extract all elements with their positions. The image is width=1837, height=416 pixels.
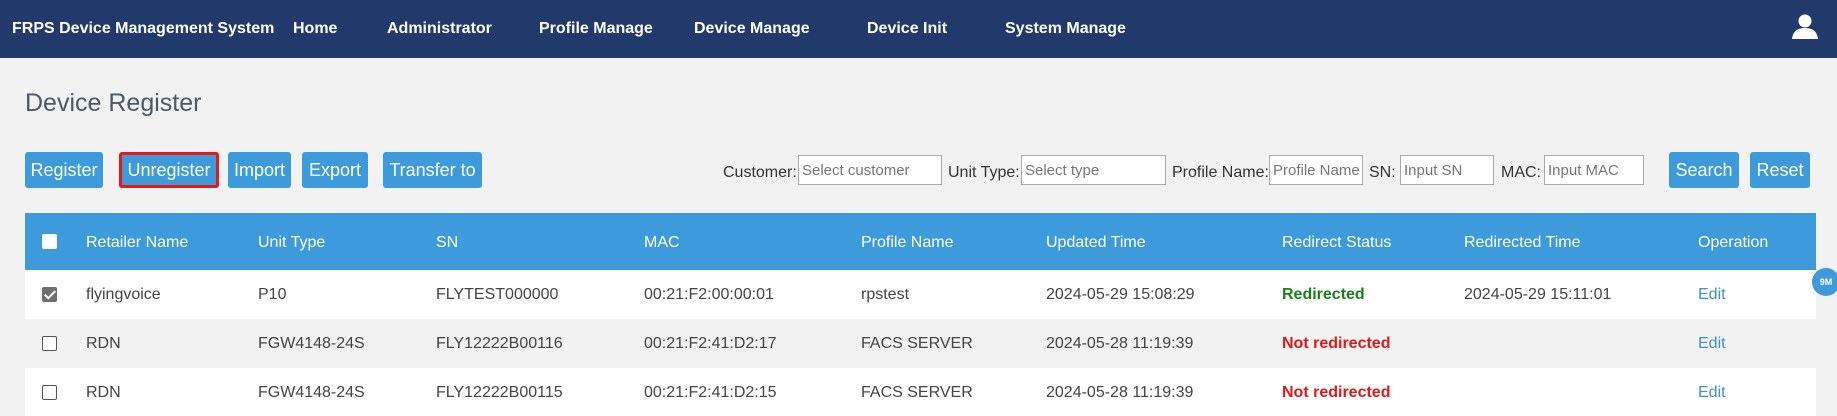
cell-updated-time: 2024-05-28 11:19:39 (1046, 384, 1194, 401)
unit-type-select[interactable] (1021, 155, 1166, 185)
nav-profile-manage[interactable]: Profile Manage (539, 20, 653, 38)
cell-mac: 00:21:F2:41:D2:15 (644, 384, 777, 401)
brand-title: FRPS Device Management System (12, 20, 275, 37)
table-row[interactable]: flyingvoice P10 FLYTEST000000 00:21:F2:0… (25, 270, 1816, 319)
customer-label: Customer: (723, 164, 797, 181)
user-icon[interactable] (1791, 12, 1819, 40)
edit-link[interactable]: Edit (1698, 335, 1726, 353)
cell-mac: 00:21:F2:41:D2:17 (644, 335, 777, 352)
unregister-button[interactable]: Unregister (119, 152, 219, 188)
cell-updated-time: 2024-05-29 15:08:29 (1046, 286, 1195, 303)
profile-name-label: Profile Name: (1172, 164, 1269, 181)
cell-mac: 00:21:F2:00:00:01 (644, 286, 774, 303)
row-checkbox[interactable] (42, 336, 57, 351)
cell-sn: FLYTEST000000 (436, 286, 559, 303)
table-header: Retailer Name Unit Type SN MAC Profile N… (25, 213, 1816, 270)
table-row[interactable]: RDN FGW4148-24S FLY12222B00115 00:21:F2:… (25, 368, 1816, 416)
row-checkbox[interactable] (42, 385, 57, 400)
table-row[interactable]: RDN FGW4148-24S FLY12222B00116 00:21:F2:… (25, 319, 1816, 368)
unit-type-label: Unit Type: (948, 164, 1020, 181)
cell-unit-type: FGW4148-24S (258, 335, 365, 352)
reset-button[interactable]: Reset (1750, 152, 1810, 188)
sn-input[interactable] (1400, 155, 1494, 185)
status-badge: Not redirected (1282, 384, 1391, 401)
column-header-redirect-status[interactable]: Redirect Status (1282, 234, 1391, 252)
cell-retailer: RDN (86, 384, 121, 401)
cell-retailer: RDN (86, 335, 121, 352)
column-header-retailer[interactable]: Retailer Name (86, 234, 188, 252)
column-header-operation: Operation (1698, 234, 1769, 251)
cell-sn: FLY12222B00116 (436, 335, 563, 352)
profile-name-input[interactable] (1269, 155, 1363, 185)
status-badge: Redirected (1282, 286, 1365, 303)
cell-updated-time: 2024-05-28 11:19:39 (1046, 335, 1194, 352)
cell-retailer: flyingvoice (86, 286, 161, 303)
column-header-unit-type[interactable]: Unit Type (258, 234, 325, 252)
nav-device-init[interactable]: Device Init (867, 20, 947, 38)
column-header-redirected-time[interactable]: Redirected Time (1464, 234, 1581, 252)
mac-input[interactable] (1544, 155, 1644, 185)
nav-system-manage[interactable]: System Manage (1005, 20, 1126, 38)
select-all-checkbox[interactable] (42, 234, 57, 249)
sn-label: SN: (1369, 164, 1396, 181)
floating-badge[interactable]: 9M (1812, 268, 1837, 296)
column-header-profile-name[interactable]: Profile Name (861, 234, 953, 252)
nav-administrator[interactable]: Administrator (387, 20, 492, 38)
register-button[interactable]: Register (25, 152, 103, 188)
cell-profile-name: FACS SERVER (861, 384, 973, 401)
transfer-to-button[interactable]: Transfer to (383, 152, 482, 188)
edit-link[interactable]: Edit (1698, 286, 1726, 304)
top-navbar: FRPS Device Management System Home Admin… (0, 0, 1837, 58)
export-button[interactable]: Export (302, 152, 368, 188)
page-title: Device Register (25, 89, 202, 117)
nav-home[interactable]: Home (293, 20, 337, 38)
nav-device-manage[interactable]: Device Manage (694, 20, 810, 38)
cell-unit-type: FGW4148-24S (258, 384, 365, 401)
row-checkbox[interactable] (42, 287, 57, 302)
cell-profile-name: rpstest (861, 286, 910, 303)
customer-select[interactable] (798, 155, 942, 185)
edit-link[interactable]: Edit (1698, 384, 1726, 402)
cell-unit-type: P10 (258, 286, 287, 303)
status-badge: Not redirected (1282, 335, 1391, 352)
cell-redirected-time: 2024-05-29 15:11:01 (1464, 286, 1612, 303)
import-button[interactable]: Import (228, 152, 291, 188)
search-button[interactable]: Search (1669, 152, 1739, 188)
column-header-updated-time[interactable]: Updated Time (1046, 234, 1146, 252)
cell-sn: FLY12222B00115 (436, 384, 563, 401)
column-header-mac[interactable]: MAC (644, 234, 680, 252)
column-header-sn[interactable]: SN (436, 234, 458, 252)
cell-profile-name: FACS SERVER (861, 335, 973, 352)
mac-label: MAC: (1501, 164, 1541, 181)
